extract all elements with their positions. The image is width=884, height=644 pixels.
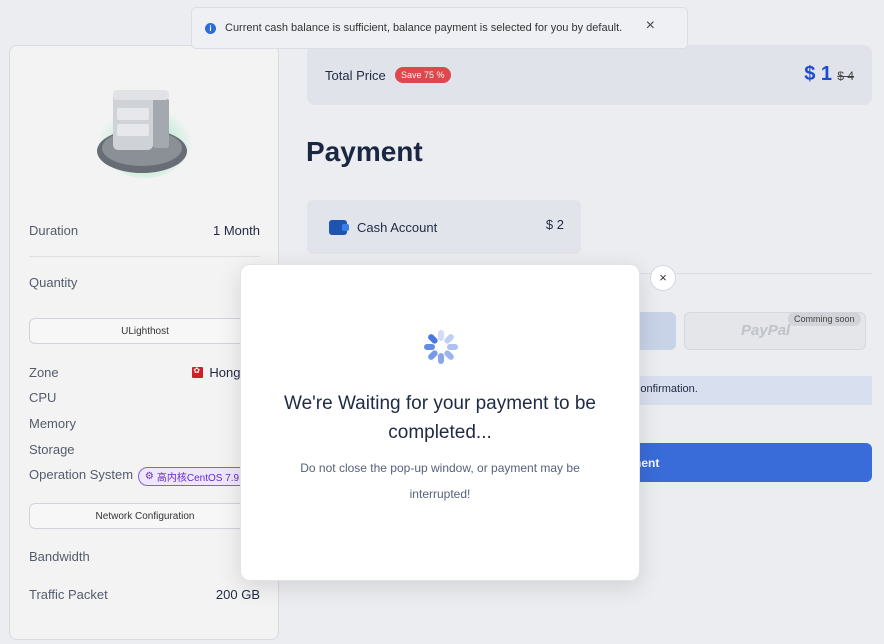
modal-close-icon[interactable]: ×	[650, 265, 676, 291]
modal-subtitle: Do not close the pop-up window, or payme…	[300, 461, 580, 501]
toast-message: Current cash balance is sufficient, bala…	[225, 22, 623, 34]
info-toast: i Current cash balance is sufficient, ba…	[191, 7, 688, 49]
loading-spinner-icon	[423, 329, 459, 365]
toast-close-icon[interactable]: ×	[646, 17, 655, 35]
modal-title: We're Waiting for your payment to be com…	[284, 393, 596, 443]
info-icon: i	[205, 23, 216, 34]
payment-waiting-modal: We're Waiting for your payment to be com…	[240, 264, 640, 581]
